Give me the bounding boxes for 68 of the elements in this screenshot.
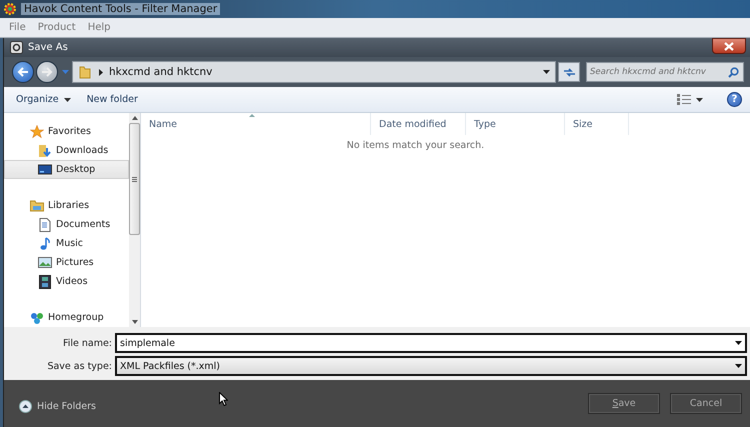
nav-item[interactable]: Pictures	[4, 253, 129, 272]
downloads-icon	[38, 144, 52, 158]
cancel-button[interactable]: Cancel	[670, 393, 742, 414]
pictures-icon	[38, 256, 52, 270]
file-name-field[interactable]: simplemale	[115, 333, 747, 353]
videos-icon	[38, 274, 52, 288]
documents-icon	[38, 218, 52, 232]
refresh-button[interactable]	[558, 62, 580, 82]
chevron-icon	[99, 68, 103, 76]
nav-item[interactable]: Music	[4, 234, 129, 253]
star-icon	[30, 124, 44, 138]
nav-item[interactable]: Documents	[4, 215, 129, 234]
column-header[interactable]: Size	[565, 113, 629, 135]
nav-item[interactable]: Videos	[4, 272, 129, 291]
scroll-down-icon	[132, 320, 138, 324]
field-label: Save as type:	[46, 360, 112, 372]
menu-item[interactable]: File	[9, 22, 26, 33]
organize-button[interactable]: Organize	[16, 92, 71, 107]
search-icon	[728, 67, 739, 78]
arrow-right-icon	[41, 67, 53, 77]
search-field[interactable]: Search hkxcmd and hktcnv	[586, 62, 744, 82]
caret-icon	[735, 341, 742, 345]
nav-item[interactable]: Homegroup	[4, 308, 129, 327]
column-header[interactable]: Name	[141, 113, 371, 135]
grip-icon	[132, 176, 137, 182]
libraries-icon	[30, 198, 44, 212]
arrow-left-icon	[17, 67, 29, 77]
empty-message: No items match your search.	[346, 140, 484, 151]
gear-icon	[3, 2, 17, 16]
collapse-icon	[19, 400, 32, 413]
folder-icon	[79, 65, 91, 79]
close-icon	[724, 42, 734, 50]
view-options-button[interactable]	[677, 92, 703, 107]
scrollbar-thumb[interactable]	[129, 123, 140, 235]
path-segment[interactable]: hkxcmd and hktcnv	[109, 66, 212, 78]
back-button[interactable]	[12, 61, 34, 83]
list-view-icon	[677, 94, 691, 105]
address-bar[interactable]: hkxcmd and hktcnv	[72, 61, 556, 83]
window-title: Havok Content Tools - Filter Manager	[21, 3, 220, 15]
menu-item[interactable]: Help	[88, 22, 111, 33]
caret-icon	[543, 70, 550, 74]
scroll-up-icon	[132, 116, 138, 120]
menu-item[interactable]: Product	[38, 22, 76, 33]
desktop-icon	[38, 162, 52, 176]
new-folder-button[interactable]: New folder	[86, 92, 138, 107]
nav-item[interactable]: Libraries	[4, 196, 129, 215]
close-button[interactable]	[712, 38, 746, 54]
homegroup-icon	[30, 310, 44, 324]
mouse-pointer-icon	[219, 392, 228, 406]
refresh-icon	[562, 66, 576, 78]
caret-icon	[696, 98, 703, 102]
caret-icon	[64, 98, 71, 102]
file-type-dropdown[interactable]: XML Packfiles (*.xml)	[115, 356, 747, 376]
caret-icon	[62, 70, 68, 74]
nav-item[interactable]: Downloads	[4, 141, 129, 160]
save-button[interactable]: Save	[588, 393, 660, 414]
nav-item[interactable]: Desktop	[4, 160, 129, 179]
caret-icon	[735, 364, 742, 368]
forward-button[interactable]	[36, 61, 58, 83]
column-header[interactable]: Type	[466, 113, 565, 135]
field-label: File name:	[62, 338, 112, 348]
music-icon	[38, 236, 52, 250]
nav-item[interactable]: Favorites	[4, 122, 129, 141]
dialog-title: Save As	[28, 42, 68, 53]
column-header[interactable]: Date modified	[371, 113, 466, 135]
scrollbar[interactable]	[129, 113, 140, 327]
hide-folders-button[interactable]: Hide Folders	[19, 400, 96, 413]
dialog-icon	[10, 41, 23, 54]
